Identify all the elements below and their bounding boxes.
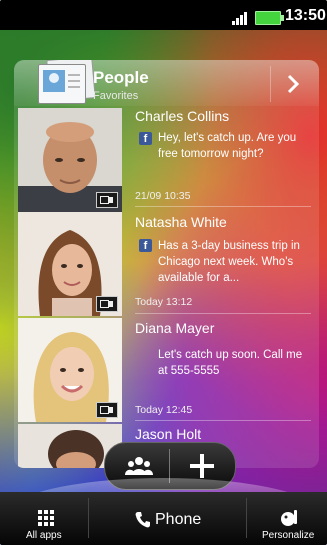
all-apps-grid-icon[interactable] [38,510,54,526]
phone-button[interactable]: Phone [155,511,201,529]
contact-card-badge-icon [96,192,118,208]
phone-handset-icon[interactable] [135,511,151,529]
contact-message: Has a 3-day business trip in Chicago nex… [158,240,300,284]
contact-name: Diana Mayer [135,320,215,336]
contact-row[interactable]: Natasha White f Has a 3-day business tri… [14,212,319,318]
add-contact-plus-icon[interactable] [189,453,215,479]
all-apps-button[interactable]: All apps [26,530,62,541]
open-people-button[interactable] [270,66,317,102]
personalize-button[interactable]: Personalize [262,530,314,541]
contact-photo[interactable] [18,108,122,212]
group-contacts-icon[interactable] [125,455,153,477]
contact-name: Natasha White [135,214,227,230]
personalize-brush-icon[interactable] [280,509,300,527]
contact-card-badge-icon [96,402,118,418]
battery-icon [255,11,284,25]
row-divider [135,313,311,314]
contact-photo[interactable] [18,212,122,316]
contact-row[interactable]: Charles Collins f Hey, let's catch up. A… [14,108,319,214]
contact-message: Let's catch up soon. Call me at 555-5555 [158,349,303,377]
contact-message: Hey, let's catch up. Are you free tomorr… [158,132,297,160]
contact-name: Jason Holt [135,426,202,442]
dock-separator [246,498,247,538]
facebook-icon: f [139,132,152,145]
contact-timestamp: 21/09 10:35 [135,190,191,202]
contact-timestamp: Today 12:45 [135,404,193,416]
people-widget: People Favorites Charles Collins f Hey, … [14,60,319,468]
signal-icon [232,11,250,25]
row-divider [135,420,311,421]
people-contact-card-icon [28,60,96,104]
contact-name: Charles Collins [135,108,230,124]
contact-card-badge-icon [96,296,118,312]
contact-row[interactable]: Diana Mayer Let's catch up soon. Call me… [14,318,319,424]
contact-photo[interactable] [18,318,122,422]
status-time: 13:50 [285,7,326,24]
row-divider [135,206,311,207]
widget-subtitle: Favorites [93,90,139,102]
phone-screen: 13:50 People Favorites Charles Collins f… [0,0,327,545]
dock-separator [88,498,89,538]
widget-title: People [93,68,149,87]
widget-header[interactable]: People Favorites [14,60,319,106]
chevron-right-icon [287,74,299,94]
status-bar: 13:50 [0,0,327,30]
facebook-icon: f [139,239,152,252]
contact-timestamp: Today 13:12 [135,296,193,308]
